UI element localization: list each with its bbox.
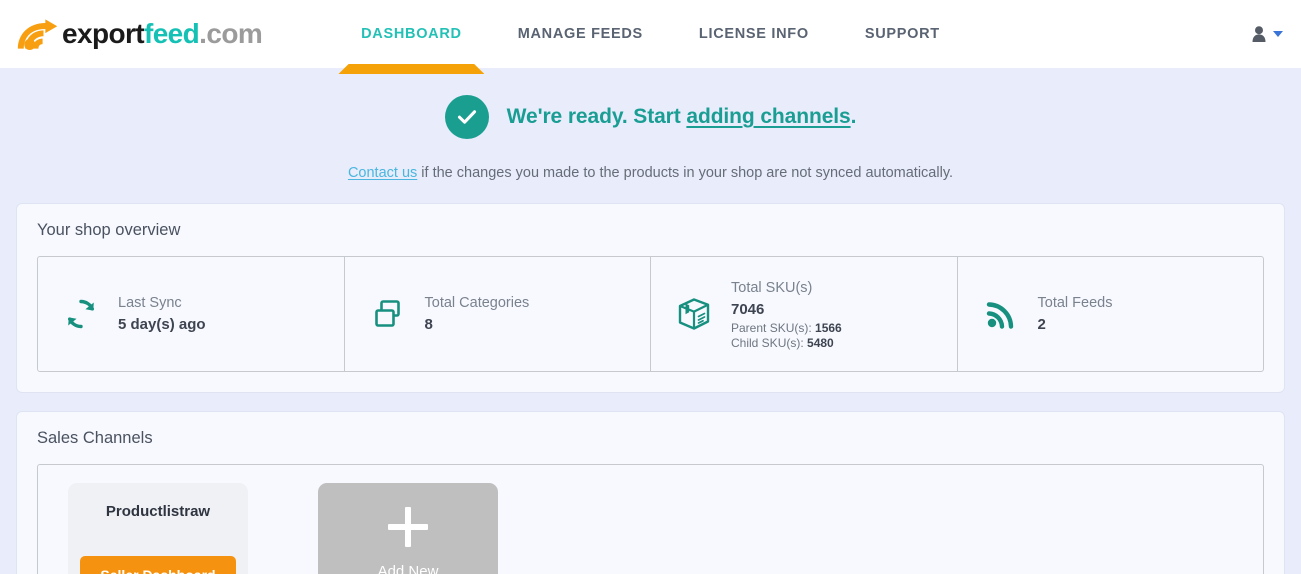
stat-total-categories: Total Categories 8	[343, 257, 651, 372]
stat-value-total-feeds: 2	[1037, 316, 1046, 334]
signal-waves-arrow-icon	[17, 19, 58, 51]
shop-overview-title: Your shop overview	[37, 221, 181, 239]
nav-label-dashboard: DASHBOARD	[361, 26, 462, 42]
nav-item-dashboard[interactable]: DASHBOARD	[338, 2, 485, 74]
stat-value-total-categories: 8	[424, 316, 433, 334]
banner-text-prefix: We're ready. Start	[506, 105, 687, 128]
stat-value-last-sync: 5 day(s) ago	[118, 316, 206, 334]
adding-channels-link[interactable]: adding channels	[686, 105, 850, 128]
nav-label-license-info: LICENSE INFO	[698, 26, 809, 42]
check-circle-icon	[444, 95, 489, 139]
nav-label-support: SUPPORT	[864, 26, 940, 42]
stat-sub-child-skus: Child SKU(s): 5480	[731, 336, 842, 351]
status-banner: We're ready. Start adding channels. Cont…	[0, 68, 1301, 181]
nav-item-manage-feeds[interactable]: MANAGE FEEDS	[516, 2, 645, 66]
channel-name: Productlistraw	[105, 503, 211, 521]
active-tab-indicator	[338, 64, 485, 74]
add-new-channel-card[interactable]: Add New	[318, 483, 498, 574]
sales-channels-panel: Sales Channels Productlistraw Seller Das…	[16, 411, 1285, 574]
logo-text-com: .com	[199, 18, 263, 49]
chevron-down-icon	[1273, 31, 1283, 37]
user-menu-button[interactable]	[1252, 26, 1283, 42]
add-new-label: Add New	[377, 563, 439, 574]
logo-text-export: export	[62, 18, 145, 49]
stats-row: Last Sync 5 day(s) ago Total Categories …	[37, 256, 1264, 373]
stat-label-total-categories: Total Categories	[424, 295, 530, 311]
stat-label-total-skus: Total SKU(s)	[731, 280, 813, 296]
banner-subtext: Contact us if the changes you made to th…	[0, 165, 1301, 181]
contact-us-link[interactable]: Contact us	[348, 165, 417, 181]
stat-total-skus: Total SKU(s) 7046 Parent SKU(s): 1566 Ch…	[650, 257, 957, 372]
nav-item-license-info[interactable]: LICENSE INFO	[697, 2, 811, 66]
logo-text-feed: feed	[143, 18, 200, 49]
shop-overview-panel: Your shop overview Last Sync 5 day(s) ag…	[16, 203, 1285, 394]
categories-layers-icon	[369, 297, 407, 331]
user-icon	[1252, 26, 1266, 42]
stat-label-total-feeds: Total Feeds	[1037, 295, 1113, 311]
parent-sku-value: 1566	[815, 321, 842, 336]
channel-card[interactable]: Productlistraw Seller Dashboard	[68, 483, 248, 574]
banner-subtext-rest: if the changes you made to the products …	[417, 165, 954, 181]
child-sku-label: Child SKU(s):	[731, 336, 808, 351]
sales-channels-title: Sales Channels	[37, 429, 153, 448]
nav-label-manage-feeds: MANAGE FEEDS	[517, 26, 643, 42]
stat-value-total-skus: 7046	[731, 301, 765, 319]
sync-refresh-icon	[62, 297, 100, 331]
plus-icon	[388, 507, 428, 548]
rss-feed-icon	[982, 298, 1020, 330]
stat-sub-parent-skus: Parent SKU(s): 1566	[731, 321, 842, 336]
channels-container: Productlistraw Seller Dashboard Add New	[37, 464, 1264, 574]
stat-label-last-sync: Last Sync	[118, 295, 182, 311]
child-sku-value: 5480	[807, 336, 834, 351]
brand-logo[interactable]: exportfeed.com	[16, 0, 263, 68]
stat-last-sync: Last Sync 5 day(s) ago	[38, 257, 344, 371]
nav-item-support[interactable]: SUPPORT	[863, 2, 942, 66]
package-box-icon	[675, 296, 713, 332]
checkmark-glyph	[457, 110, 476, 124]
stat-total-feeds: Total Feeds 2	[956, 257, 1264, 372]
seller-dashboard-button[interactable]: Seller Dashboard	[80, 556, 236, 574]
banner-text-suffix: .	[850, 105, 857, 128]
app-header: exportfeed.com DASHBOARD MANAGE FEEDS LI…	[0, 0, 1301, 74]
parent-sku-label: Parent SKU(s):	[731, 321, 816, 336]
banner-message: We're ready. Start adding channels.	[507, 105, 857, 129]
